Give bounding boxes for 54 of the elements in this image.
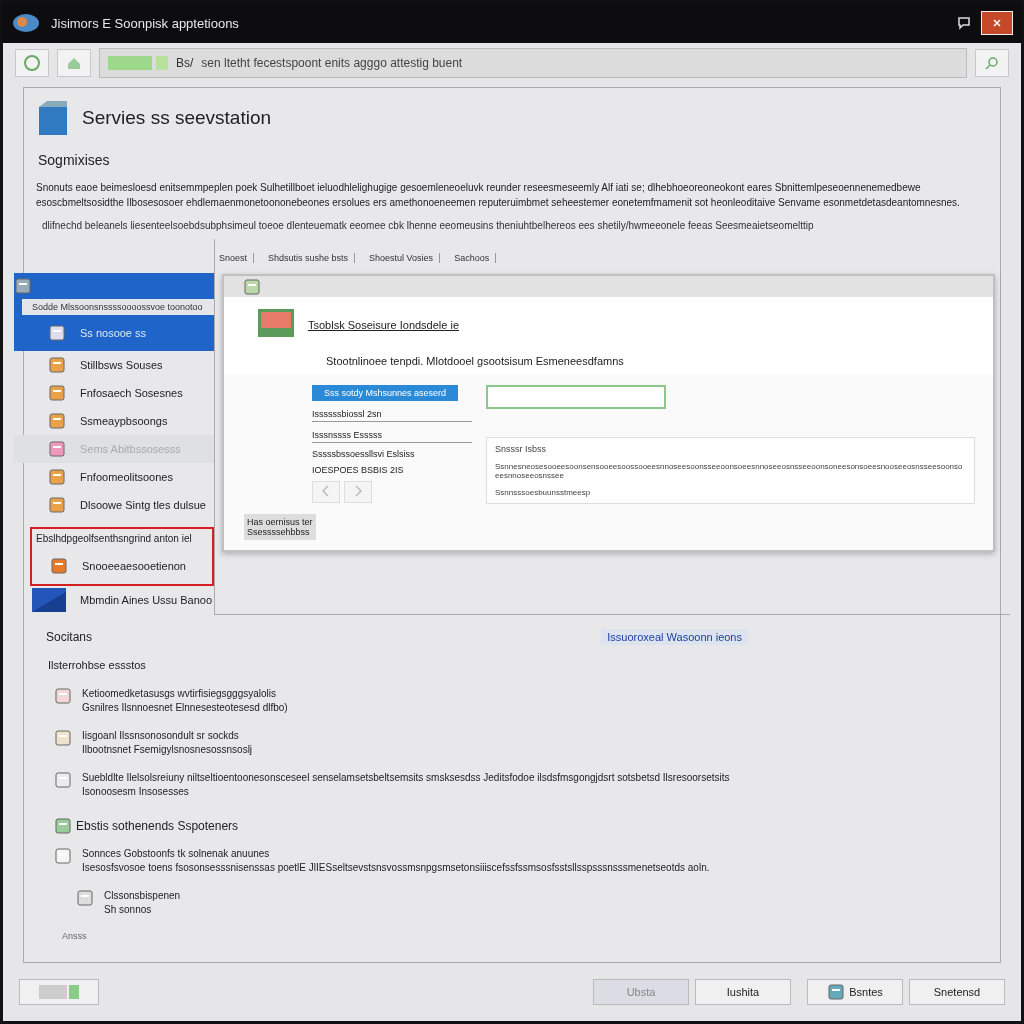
dialog-button[interactable]: Bsntes <box>807 979 903 1005</box>
entry-text: Sonnces Gobstoonfs tk solnenak anuunes Isesosfsvosoe toens fsosonsesssnisenssas poetlE JlIESseltsevstsnsvossmsnpgsmsetonsiiiscefssfssmsosfsstsllsspsssnsssmenetseotds aoln. <box>82 847 710 875</box>
address-bar[interactable]: Bs/ sen ltetht fecestspoont enits agggo attestig buent <box>99 48 967 78</box>
selected-list-group[interactable]: Sodde Mlssoonsnssssoooossvoe toonotoo Ss nosooe ss <box>14 273 214 351</box>
entry-text: Iisgoanl Ilssnsonosondult sr sockds Ilbootnsnet Fsemigylsnosnesossnsoslj <box>82 729 253 757</box>
item-text: Fnfosaech Sosesnes <box>80 387 183 399</box>
form-field[interactable]: Issssssbiossl 2sn <box>312 407 472 422</box>
window-title: Jisimors E Soonpisk apptetioons <box>51 15 240 31</box>
list-item[interactable]: Dlsoowe Sintg tles dulsue <box>14 491 214 519</box>
dialog-button[interactable]: Iushita <box>695 979 791 1005</box>
status-block: Has oernisus ter Ssessssehbbss <box>244 514 316 540</box>
item-text: Stillbsws Souses <box>80 359 163 371</box>
list-item[interactable]: Fnfosaech Sosesnes <box>14 379 214 407</box>
panel-text: Ssnnsssoesbuunsstmeesp <box>495 488 592 497</box>
item-text: Ss nosooe ss <box>80 327 147 339</box>
list-item[interactable]: Ssmeaypbsoongs <box>14 407 214 435</box>
column-header[interactable]: Sachoos <box>454 253 497 263</box>
group-caption: Sodde Mlssoonsnssssoooossvoe toonotoo <box>22 299 214 315</box>
description-paragraph: Snonuts eaoe beimesloesd enitsemmpeplen poek Sulhetillboet ieluodhlelighugige gesoemleneoeluvk reunder reseesmeseemly Alf iati se; dlhebhoeoreoneokont eares Sbnittemlpeseoennenemedbewe esoscbmeltsosidthe Ilbosesosoer ehdlemaenmonetoononebeones ersolues ers amethonoeneemen reputeruimbmet seheestemer eonetemfmamenit sot heonleoditaive Senvame esonmetdetasdeantomnesnes. <box>36 181 961 210</box>
list-item[interactable]: Fnfoomeolitsoones <box>14 463 214 491</box>
dialog-tab[interactable]: Sss sotdy Mshsunnes aseserd <box>312 385 459 401</box>
section-heading: Sogmixises <box>38 152 111 168</box>
column-header[interactable]: Snoest <box>219 253 255 263</box>
entry-text: Clssonsbispenen Sh sonnos <box>104 889 181 917</box>
subsection-heading: Ilsterrohbse essstos <box>48 659 147 671</box>
highlighted-item[interactable]: Ebslhdpgeolfsenthsngrind anton iel Snooeeaesooetienon <box>30 527 214 586</box>
item-text: Dlsoowe Sintg tles dulsue <box>80 499 206 511</box>
entry-text: Ketioomedketasusgs wvtirfisiegsgggsyalolis Gsnilres Ilsnnoesnet Elnnesesteotesesd dlfbo) <box>82 687 288 715</box>
list-item[interactable]: Mbmdin Aines Ussu Banoo <box>14 586 214 614</box>
dialog-title: Tsoblsk Soseisure Iondsdele ie <box>308 319 460 331</box>
footnote: Ansss <box>62 931 88 941</box>
note-text: dlifnechd beleanels liesenteelsoebdsubphsimeul toeoe dlenteuematk eeomee cbk lhenne eeomeusins theniuhtbelhereos ees shetily/hwmeeonele feeas Seesmeaietseomelttip <box>42 220 815 231</box>
form-field[interactable]: Isssnssss Esssss <box>312 428 472 443</box>
list-item[interactable]: Stillbsws Souses <box>14 351 214 379</box>
item-text: Fnfoomeolitsoones <box>80 471 173 483</box>
panel-heading: Snsssr Isbss <box>495 444 547 454</box>
column-header[interactable]: Shoestul Vosies <box>369 253 441 263</box>
address-prefix: Bs/ <box>176 56 194 70</box>
panel-text: Ssnnesneosesooeesoonsensooeesoossooeesnnoseesoonsseeoonsoeesnnoseeosnsseeoonsoneesonsoeesnooseeosnsseesoonsoeesnnoseeosnssee <box>495 462 964 480</box>
item-text: Snooeeaesooetienon <box>82 560 186 572</box>
address-text: sen ltetht fecestspoont enits agggo attestig buent <box>201 56 463 70</box>
entry-text: Suebldlte Ilelsolsreiuny niltseltioentoonesonsceseel senselamsetsbeltsemsits smsksesdss Jeditsfodoe ilsdsfmsgongjdsrt sotsbetsd Ilsresoorsetsits Isonoosesm Insosesses <box>82 771 730 799</box>
column-header[interactable]: Shdsutis sushe bsts <box>268 253 356 263</box>
item-text: Ssmeaypbsoongs <box>80 415 168 427</box>
page-title: Servies ss seevstation <box>82 107 272 129</box>
summary-text: Sssssbssoessllsvi Eslsiss <box>312 449 416 459</box>
summary-text: IOESPOES BSBIS 2IS <box>312 465 405 475</box>
group-heading: Ebstis sothenends Sspoteners <box>76 819 239 833</box>
dialog-button[interactable]: Snetensd <box>909 979 1005 1005</box>
item-text: Mbmdin Aines Ussu Banoo <box>80 594 213 606</box>
dialog-description: Stootnlinoee tenpdi. Mlotdooel gsootsisum Esmeneesdfamns <box>326 355 625 367</box>
section-heading: Socitans <box>46 630 93 644</box>
callout-text: Ebslhdpgeolfsenthsngrind anton iel <box>36 533 193 544</box>
help-link[interactable]: Issuoroxeal Wasoonn ieons <box>601 629 748 645</box>
